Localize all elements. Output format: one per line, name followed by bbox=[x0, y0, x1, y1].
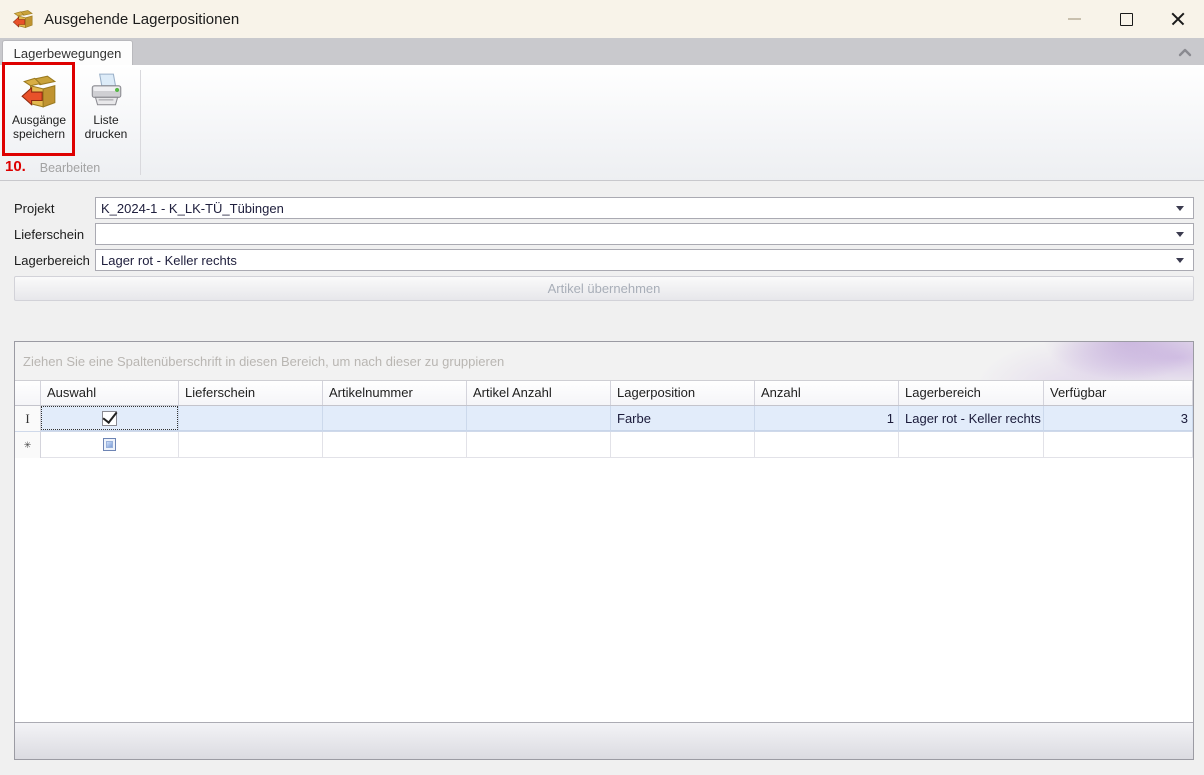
minimize-icon bbox=[1068, 18, 1081, 20]
group-panel-decoration bbox=[893, 342, 1193, 381]
grid-header-row: Auswahl Lieferschein Artikelnummer Artik… bbox=[15, 381, 1193, 406]
close-icon bbox=[1171, 12, 1185, 26]
table-row[interactable]: I Farbe 1 Lager rot - Keller rechts 3 bbox=[15, 406, 1193, 432]
lagerposition-cell[interactable]: Farbe bbox=[611, 406, 755, 431]
column-header-auswahl[interactable]: Auswahl bbox=[41, 381, 179, 405]
collapse-ribbon-button[interactable] bbox=[1176, 44, 1194, 59]
row-indicator-editing: I bbox=[15, 406, 41, 431]
chevron-up-icon bbox=[1178, 47, 1192, 57]
projekt-label: Projekt bbox=[14, 201, 54, 216]
app-window: Ausgehende Lagerpositionen Lagerbewegung… bbox=[0, 0, 1204, 775]
artikelnummer-cell[interactable] bbox=[323, 432, 467, 458]
group-by-panel[interactable]: Ziehen Sie eine Spaltenüberschrift in di… bbox=[15, 342, 1193, 381]
outgoing-box-icon bbox=[20, 69, 58, 113]
artikel-anzahl-cell[interactable] bbox=[467, 406, 611, 431]
artikel-uebernehmen-button[interactable]: Artikel übernehmen bbox=[14, 276, 1194, 301]
lagerposition-cell[interactable] bbox=[611, 432, 755, 458]
verfuegbar-cell[interactable] bbox=[1044, 432, 1193, 458]
window-controls bbox=[1048, 0, 1204, 38]
anzahl-cell[interactable] bbox=[755, 432, 899, 458]
column-header-lagerposition[interactable]: Lagerposition bbox=[611, 381, 755, 405]
printer-icon bbox=[87, 69, 125, 113]
close-button[interactable] bbox=[1152, 0, 1204, 38]
window-title: Ausgehende Lagerpositionen bbox=[44, 11, 239, 28]
print-button-label-line1: Liste bbox=[93, 113, 118, 127]
maximize-button[interactable] bbox=[1100, 0, 1152, 38]
dropdown-arrow-icon[interactable] bbox=[1176, 232, 1184, 237]
app-box-icon bbox=[12, 8, 34, 30]
lagerbereich-combobox[interactable]: Lager rot - Keller rechts bbox=[95, 249, 1194, 271]
lieferschein-cell[interactable] bbox=[179, 432, 323, 458]
ribbon-tabstrip: Lagerbewegungen bbox=[0, 38, 1204, 65]
ribbon-group-separator bbox=[140, 70, 141, 175]
ribbon-group-caption: Bearbeiten bbox=[0, 161, 140, 175]
column-header-lagerbereich[interactable]: Lagerbereich bbox=[899, 381, 1044, 405]
group-by-hint: Ziehen Sie eine Spaltenüberschrift in di… bbox=[23, 354, 504, 369]
row-indicator-new: ✳ bbox=[15, 432, 41, 458]
tab-lagerbewegungen[interactable]: Lagerbewegungen bbox=[2, 40, 133, 65]
column-header-artikelnummer[interactable]: Artikelnummer bbox=[323, 381, 467, 405]
new-row[interactable]: ✳ bbox=[15, 432, 1193, 458]
artikel-anzahl-cell[interactable] bbox=[467, 432, 611, 458]
column-header-lieferschein[interactable]: Lieferschein bbox=[179, 381, 323, 405]
auswahl-checkbox-checked[interactable] bbox=[102, 411, 117, 426]
print-list-button[interactable]: Liste drucken bbox=[78, 66, 134, 154]
auswahl-cell[interactable] bbox=[41, 432, 179, 458]
save-outgoing-button[interactable]: Ausgänge speichern bbox=[4, 66, 74, 154]
projekt-value: K_2024-1 - K_LK-TÜ_Tübingen bbox=[96, 201, 1176, 216]
column-header-anzahl[interactable]: Anzahl bbox=[755, 381, 899, 405]
lagerbereich-label: Lagerbereich bbox=[14, 253, 90, 268]
auswahl-cell[interactable] bbox=[41, 406, 179, 431]
checkbox-null-fill bbox=[106, 441, 113, 448]
lagerbereich-cell[interactable]: Lager rot - Keller rechts bbox=[899, 406, 1044, 431]
lieferschein-combobox[interactable] bbox=[95, 223, 1194, 245]
column-header-verfuegbar[interactable]: Verfügbar bbox=[1044, 381, 1193, 405]
auswahl-checkbox-null[interactable] bbox=[103, 438, 116, 451]
titlebar: Ausgehende Lagerpositionen bbox=[0, 0, 1204, 38]
lagerbereich-value: Lager rot - Keller rechts bbox=[96, 253, 1176, 268]
projekt-combobox[interactable]: K_2024-1 - K_LK-TÜ_Tübingen bbox=[95, 197, 1194, 219]
save-button-label-line1: Ausgänge bbox=[12, 113, 66, 127]
print-button-label-line2: drucken bbox=[85, 127, 128, 141]
minimize-button[interactable] bbox=[1048, 0, 1100, 38]
anzahl-cell[interactable]: 1 bbox=[755, 406, 899, 431]
dropdown-arrow-icon[interactable] bbox=[1176, 206, 1184, 211]
dropdown-arrow-icon[interactable] bbox=[1176, 258, 1184, 263]
lieferschein-cell[interactable] bbox=[179, 406, 323, 431]
save-button-label-line2: speichern bbox=[13, 127, 65, 141]
verfuegbar-cell[interactable]: 3 bbox=[1044, 406, 1193, 431]
lagerpositionen-grid: Ziehen Sie eine Spaltenüberschrift in di… bbox=[14, 341, 1194, 760]
row-indicator-header bbox=[15, 381, 41, 405]
ribbon: Ausgänge speichern Liste drucken 10. Bea… bbox=[0, 65, 1204, 181]
column-header-artikel-anzahl[interactable]: Artikel Anzahl bbox=[467, 381, 611, 405]
lagerbereich-cell[interactable] bbox=[899, 432, 1044, 458]
artikelnummer-cell[interactable] bbox=[323, 406, 467, 431]
lieferschein-label: Lieferschein bbox=[14, 227, 84, 242]
maximize-icon bbox=[1120, 13, 1133, 26]
grid-footer-bar bbox=[15, 722, 1193, 759]
